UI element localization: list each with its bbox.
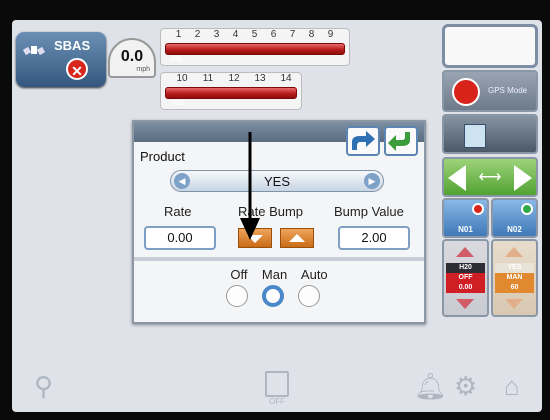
no-signal-icon: ✕ [66,58,88,80]
gps-status-badge[interactable]: SBAS ✕ [16,32,106,87]
boom-section-number: 12 [228,73,240,84]
guidance-nav-button[interactable]: ⟷ [442,157,538,197]
next-icon[interactable]: ▶ [364,173,380,189]
satellite-icon [22,46,46,56]
boom-section-number: 6 [270,29,277,40]
search-icon[interactable]: ⚲ [34,371,53,402]
arrow-left-icon[interactable] [448,165,466,191]
decrease-icon[interactable] [456,299,474,309]
speedometer: 0.0 mph [108,38,156,78]
control-state: MAN [495,273,534,283]
field-ops-button[interactable]: OFF [262,371,292,406]
dialog-title: Product [140,149,185,164]
boom-section-number: 13 [254,73,266,84]
return-arrow-icon [388,132,410,151]
bottom-toolbar: ⚲ OFF 🔔︎ ⚙ ⌂ [12,368,542,412]
boom-section-number: 9 [327,29,334,40]
display-screen: SBAS ✕ 0.0 mph 123456789 H20 10 11 12 13 14 … [12,20,542,412]
mode-radio-man[interactable] [262,285,284,307]
rate-field[interactable]: 0.00 [144,226,216,250]
arrow-right-icon[interactable] [514,165,532,191]
rate-header: Rate [164,204,192,219]
mode-divider [134,257,424,261]
boom-bar-2[interactable]: 10 11 12 13 14 YES [160,72,302,110]
field-ops-label: OFF [269,397,285,406]
mode-radio-auto[interactable] [298,285,320,307]
swap-icon: ⟷ [478,169,502,186]
boom-section-number: 2 [194,29,201,40]
mode-label-auto: Auto [300,267,328,282]
product-dialog: Product ◀ YES ▶ Rate Rate Bump Bump Valu… [132,120,426,324]
boom-bar-fill [165,87,297,99]
mode-labels: Off Man Auto [134,267,424,282]
boom-bar-fill [165,43,345,55]
accept-button[interactable] [384,126,418,156]
boom-section-number: 10 [176,73,188,84]
nozzle-status-icon [472,203,484,215]
share-arrow-button[interactable] [346,126,380,156]
home-icon[interactable]: ⌂ [504,371,520,402]
nozzle-label: N02 [507,225,522,234]
boom-section-number: 5 [251,29,258,40]
bump-value-field[interactable]: 2.00 [338,226,410,250]
control-value: 60 [495,283,534,293]
control-name: YES [495,263,534,273]
product-control-1[interactable]: H20 OFF 0.00 [442,239,489,317]
mode-label-off: Off [230,267,248,282]
bell-icon[interactable]: 🔔︎ [414,371,447,402]
product-selector[interactable]: ◀ YES ▶ [170,170,384,192]
control-state: OFF [446,273,485,283]
product-control-2[interactable]: YES MAN 60 [491,239,538,317]
dialog-header-bar [134,122,424,142]
blank-button[interactable] [442,24,538,68]
selected-product: YES [263,174,290,189]
decrease-icon[interactable] [505,299,523,309]
bump-value-header: Bump Value [334,204,404,219]
gps-mode-label: GPS Mode [488,86,528,95]
speed-value: 0.0 [120,48,144,65]
gps-mode-button[interactable]: GPS Mode [442,70,538,112]
boom-section-numbers: 10 11 12 13 14 [161,73,301,87]
boom-bar-1[interactable]: 1 2 3 4 5 6 7 8 9 H20 [160,28,350,66]
boom-section-number: 7 [289,29,296,40]
chevron-up-icon [289,234,305,242]
boom-section-numbers: 1 2 3 4 5 6 7 8 9 [161,29,349,43]
boom-section-number: 3 [213,29,220,40]
boom-label: H20 [171,57,183,63]
gps-warning-icon [452,78,480,106]
clipboard-icon [265,371,289,397]
boom-section-number: 4 [232,29,239,40]
boom-section-number: 14 [280,73,292,84]
gps-label: SBAS [54,38,91,53]
nozzle-button-1[interactable]: N01 [442,198,489,238]
mode-label-man: Man [261,267,288,282]
boom-section-number: 1 [175,29,182,40]
rate-bump-up-button[interactable] [280,228,314,248]
boom-section-number: 11 [202,73,214,84]
settings-icon[interactable]: ⚙ [454,371,477,402]
map-icon [464,124,486,148]
speed-unit: mph [136,66,150,73]
share-arrow-icon [352,131,375,150]
control-value: 0.00 [446,283,485,293]
control-name: H20 [446,263,485,273]
nozzle-label: N01 [458,225,473,234]
boom-label: YES [171,101,184,107]
nozzle-button-2[interactable]: N02 [491,198,538,238]
increase-icon[interactable] [456,247,474,257]
boom-section-number: 8 [308,29,315,40]
nozzle-status-icon [521,203,533,215]
pointer-arrow-icon [240,132,260,240]
map-button[interactable] [442,114,538,154]
increase-icon[interactable] [505,247,523,257]
mode-radio-off[interactable] [226,285,248,307]
